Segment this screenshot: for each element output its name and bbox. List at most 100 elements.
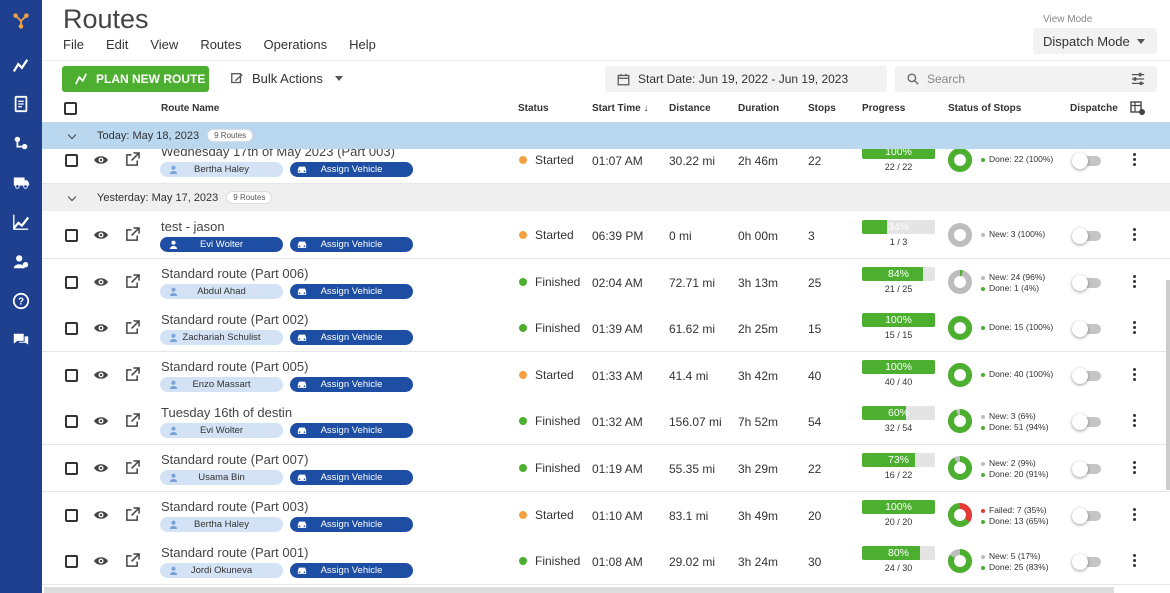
open-external-icon[interactable] <box>125 320 140 340</box>
table-row[interactable]: Wednesday 17th of May 2023 (Part 003) Ber… <box>42 149 1170 184</box>
table-row[interactable]: Standard route (Part 001) Jordi Okuneva As… <box>42 538 1170 585</box>
route-name[interactable]: Standard route (Part 003) <box>161 499 308 514</box>
dispatch-toggle[interactable] <box>1072 554 1101 570</box>
dispatch-toggle[interactable] <box>1072 321 1101 337</box>
col-status[interactable]: Status <box>518 103 549 114</box>
assign-vehicle-button[interactable]: Assign Vehicle <box>290 470 413 485</box>
assign-vehicle-button[interactable]: Assign Vehicle <box>290 330 413 345</box>
driver-pill[interactable]: Abdul Ahad <box>160 284 283 299</box>
routes-icon[interactable] <box>9 54 33 78</box>
bulk-actions-button[interactable]: Bulk Actions <box>230 71 343 86</box>
col-duration[interactable]: Duration <box>738 103 779 114</box>
more-options-icon[interactable] <box>1133 275 1137 290</box>
eye-icon[interactable] <box>93 413 109 434</box>
table-row[interactable]: Standard route (Part 002) Zachariah Schul… <box>42 305 1170 352</box>
row-checkbox[interactable] <box>65 462 78 475</box>
driver-pill[interactable]: Enzo Massart <box>160 377 283 392</box>
col-distance[interactable]: Distance <box>669 103 711 114</box>
open-external-icon[interactable] <box>125 274 140 294</box>
filter-sliders-icon[interactable] <box>1131 72 1145 86</box>
dispatch-toggle[interactable] <box>1072 508 1101 524</box>
assign-vehicle-button[interactable]: Assign Vehicle <box>290 162 413 177</box>
table-row[interactable]: Standard route (Part 003) Bertha Haley Ass… <box>42 492 1170 539</box>
col-stops[interactable]: Stops <box>808 103 836 114</box>
menu-file[interactable]: File <box>63 37 84 52</box>
route-name[interactable]: Standard route (Part 006) <box>161 266 308 281</box>
orders-icon[interactable] <box>9 92 33 116</box>
dispatch-toggle[interactable] <box>1072 228 1101 244</box>
route-name[interactable]: test - jason <box>161 219 225 234</box>
logo-icon[interactable] <box>9 9 33 33</box>
eye-icon[interactable] <box>93 553 109 574</box>
search-input[interactable]: Search <box>895 66 1157 92</box>
driver-pill[interactable]: Jordi Okuneva <box>160 563 283 578</box>
eye-icon[interactable] <box>93 460 109 481</box>
more-options-icon[interactable] <box>1133 554 1137 569</box>
row-checkbox[interactable] <box>65 509 78 522</box>
assign-vehicle-button[interactable]: Assign Vehicle <box>290 237 413 252</box>
eye-icon[interactable] <box>93 507 109 528</box>
eye-icon[interactable] <box>93 274 109 295</box>
table-row[interactable]: Standard route (Part 007) Usama Bin Assign… <box>42 445 1170 492</box>
more-options-icon[interactable] <box>1133 321 1137 336</box>
route-name[interactable]: Standard route (Part 007) <box>161 452 308 467</box>
dispatch-toggle[interactable] <box>1072 368 1101 384</box>
open-external-icon[interactable] <box>125 227 140 247</box>
open-external-icon[interactable] <box>125 507 140 527</box>
view-mode-select[interactable]: Dispatch Mode <box>1033 28 1157 54</box>
assign-vehicle-button[interactable]: Assign Vehicle <box>290 423 413 438</box>
more-options-icon[interactable] <box>1133 153 1137 168</box>
select-all-checkbox[interactable] <box>64 102 77 115</box>
table-row[interactable]: Standard route (Part 006) Abdul Ahad Assig… <box>42 259 1170 306</box>
more-options-icon[interactable] <box>1133 414 1137 429</box>
open-external-icon[interactable] <box>125 413 140 433</box>
more-options-icon[interactable] <box>1133 461 1137 476</box>
row-checkbox[interactable] <box>65 369 78 382</box>
row-checkbox[interactable] <box>65 322 78 335</box>
col-status-of-stops[interactable]: Status of Stops <box>948 103 1021 114</box>
driver-pill[interactable]: Bertha Haley <box>160 517 283 532</box>
route-name[interactable]: Standard route (Part 002) <box>161 312 308 327</box>
col-start-time[interactable]: Start Time ↓ <box>592 103 649 114</box>
dispatch-toggle[interactable] <box>1072 414 1101 430</box>
assign-vehicle-button[interactable]: Assign Vehicle <box>290 284 413 299</box>
col-dispatch[interactable]: Dispatche <box>1070 103 1118 114</box>
driver-pill[interactable]: Zachariah Schulist <box>160 330 283 345</box>
row-checkbox[interactable] <box>65 154 78 167</box>
chat-icon[interactable] <box>9 328 33 352</box>
eye-icon[interactable] <box>93 320 109 341</box>
row-checkbox[interactable] <box>65 415 78 428</box>
col-route-name[interactable]: Route Name <box>161 103 219 114</box>
analytics-icon[interactable] <box>9 210 33 234</box>
table-row[interactable]: Standard route (Part 005) Enzo Massart Ass… <box>42 352 1170 399</box>
dispatch-icon[interactable] <box>9 131 33 155</box>
dispatch-toggle[interactable] <box>1072 461 1101 477</box>
route-name[interactable]: Standard route (Part 001) <box>161 545 308 560</box>
more-options-icon[interactable] <box>1133 508 1137 523</box>
open-external-icon[interactable] <box>125 367 140 387</box>
help-icon[interactable]: ? <box>9 289 33 313</box>
eye-icon[interactable] <box>93 152 109 173</box>
more-options-icon[interactable] <box>1133 228 1137 243</box>
assign-vehicle-button[interactable]: Assign Vehicle <box>290 563 413 578</box>
driver-pill[interactable]: Evi Wolter <box>160 423 283 438</box>
col-progress[interactable]: Progress <box>862 103 905 114</box>
team-icon[interactable] <box>9 250 33 274</box>
route-name[interactable]: Wednesday 17th of May 2023 (Part 003) <box>161 149 395 159</box>
route-name[interactable]: Standard route (Part 005) <box>161 359 308 374</box>
column-settings-icon[interactable] <box>1130 100 1146 119</box>
date-range-filter[interactable]: Start Date: Jun 19, 2022 - Jun 19, 2023 <box>605 66 887 92</box>
eye-icon[interactable] <box>93 227 109 248</box>
menu-help[interactable]: Help <box>349 37 376 52</box>
driver-pill[interactable]: Bertha Haley <box>160 162 283 177</box>
more-options-icon[interactable] <box>1133 368 1137 383</box>
group-header-yesterday[interactable]: Yesterday: May 17, 2023 9 Routes <box>42 184 1170 211</box>
row-checkbox[interactable] <box>65 555 78 568</box>
menu-routes[interactable]: Routes <box>200 37 241 52</box>
table-row[interactable]: Tuesday 16th of destin Evi Wolter Assign V… <box>42 398 1170 445</box>
row-checkbox[interactable] <box>65 229 78 242</box>
driver-pill[interactable]: Evi Wolter <box>160 237 283 252</box>
group-header-today[interactable]: Today: May 18, 2023 9 Routes <box>42 122 1170 149</box>
open-external-icon[interactable] <box>125 553 140 573</box>
route-name[interactable]: Tuesday 16th of destin <box>161 405 292 420</box>
